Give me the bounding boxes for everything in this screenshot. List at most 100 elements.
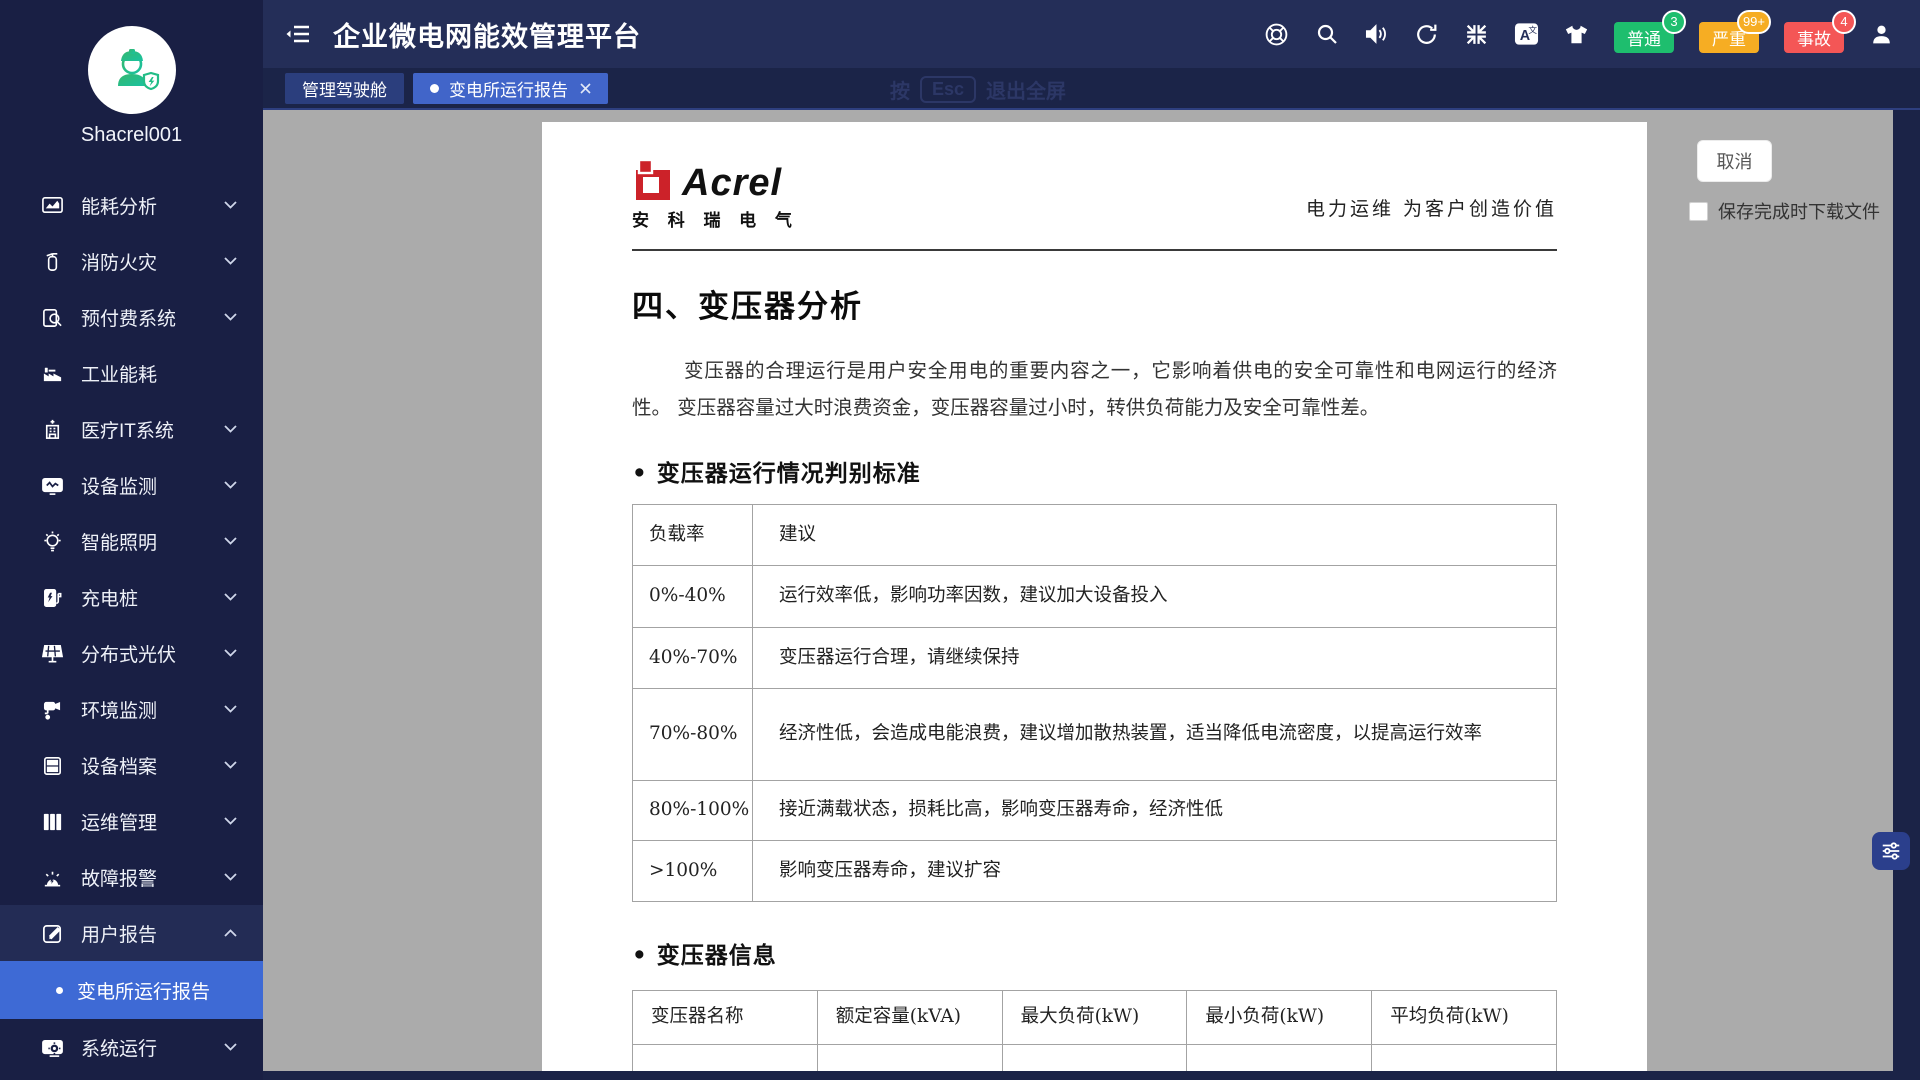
user-icon[interactable] <box>1869 22 1894 47</box>
sidebar-item-label: 消防火灾 <box>81 248 157 275</box>
sidebar-item-device-archive[interactable]: 设备档案 <box>0 737 263 793</box>
factory-icon <box>40 361 64 385</box>
brand-slogan: 电力运维 为客户创造价值 <box>1306 194 1557 231</box>
volume-icon[interactable] <box>1364 22 1389 47</box>
sidebar-subitem-substation-report[interactable]: 变电所运行报告 <box>0 961 263 1019</box>
chevron-up-icon <box>224 929 237 937</box>
sidebar-item-label: 故障报警 <box>81 864 157 891</box>
alert-badge-severe[interactable]: 严重 99+ <box>1699 22 1759 53</box>
cancel-button[interactable]: 取消 <box>1697 140 1772 182</box>
collapse-sidebar-icon[interactable] <box>285 23 311 45</box>
tab-dashboard[interactable]: 管理驾驶舱 <box>285 73 404 104</box>
chevron-down-icon <box>224 1043 237 1051</box>
table-header-cell: 负载率 <box>633 505 753 566</box>
tab-label: 变电所运行报告 <box>449 76 568 101</box>
refresh-icon[interactable] <box>1414 22 1439 47</box>
transformer-info-table: 变压器名称 额定容量(kVA) 最大负荷(kW) 最小负荷(kW) 平均负荷(k… <box>632 990 1557 1071</box>
table-cell: 0%-40% <box>633 566 753 628</box>
badge-count: 3 <box>1662 10 1686 34</box>
top-header: 企业微电网能效管理平台 A文 普通 3 严重 99+ <box>263 0 1920 68</box>
header-rule <box>632 249 1557 251</box>
table-cell <box>633 1045 818 1072</box>
chart-icon <box>40 193 64 217</box>
download-checkbox[interactable] <box>1689 202 1708 221</box>
report-subsection-info: • 变压器信息 <box>632 936 1557 970</box>
table-cell: 影响变压器寿命，建议扩容 <box>753 841 1557 902</box>
download-checkbox-label: 保存完成时下载文件 <box>1718 198 1880 224</box>
tab-substation-report[interactable]: 变电所运行报告 <box>413 73 608 104</box>
sidebar-item-user-report[interactable]: 用户报告 <box>0 905 263 961</box>
sidebar-item-device-monitoring[interactable]: 设备监测 <box>0 457 263 513</box>
table-cell: 40%-70% <box>633 628 753 689</box>
chevron-down-icon <box>224 313 237 321</box>
search-icon[interactable] <box>1314 22 1339 47</box>
system-gear-icon <box>40 1035 64 1059</box>
compress-icon[interactable] <box>1464 22 1489 47</box>
settings-sliders-button[interactable] <box>1872 832 1910 870</box>
sidebar-item-fire-safety[interactable]: 消防火灾 <box>0 233 263 289</box>
sidebar-item-prepaid-system[interactable]: 预付费系统 <box>0 289 263 345</box>
sidebar-item-label: 运维管理 <box>81 808 157 835</box>
sidebar-item-fault-alarm[interactable]: 故障报警 <box>0 849 263 905</box>
chevron-down-icon <box>224 649 237 657</box>
translate-icon[interactable]: A文 <box>1514 22 1539 47</box>
report-page: Acrel 安 科 瑞 电 气 电力运维 为客户创造价值 四、变压器分析 变压器… <box>542 122 1647 1071</box>
acrel-logo: Acrel 安 科 瑞 电 气 <box>632 158 799 231</box>
edit-square-icon <box>40 921 64 945</box>
monitor-wave-icon <box>40 473 64 497</box>
sidebar-menu: 能耗分析 消防火灾 预付费系统 工业能耗 <box>0 177 263 1075</box>
table-cell: 经济性低，会造成电能浪费，建议增加散热装置，适当降低电流密度，以提高运行效率 <box>753 689 1557 781</box>
table-header-cell: 变压器名称 <box>633 991 818 1045</box>
chevron-down-icon <box>224 873 237 881</box>
chevron-down-icon <box>224 425 237 433</box>
sidebar-item-industrial-energy[interactable]: 工业能耗 <box>0 345 263 401</box>
avatar[interactable] <box>88 26 176 114</box>
sidebar-item-ops-management[interactable]: 运维管理 <box>0 793 263 849</box>
engineer-avatar-icon <box>104 42 160 98</box>
badge-label: 普通 <box>1627 25 1661 50</box>
table-cell <box>1002 1045 1187 1072</box>
table-row: >100% 影响变压器寿命，建议扩容 <box>633 841 1557 902</box>
esc-key: Esc <box>920 76 976 103</box>
svg-text:文: 文 <box>1528 24 1537 35</box>
alert-badge-accident[interactable]: 事故 4 <box>1784 22 1844 53</box>
sidebar-item-environment-monitoring[interactable]: 环境监测 <box>0 681 263 737</box>
fullscreen-exit-hint: 按 Esc 退出全屏 <box>890 75 1066 104</box>
table-cell <box>1187 1045 1372 1072</box>
chevron-down-icon <box>224 761 237 769</box>
sidebar: Shacrel001 能耗分析 消防火灾 预付费系统 <box>0 0 263 1080</box>
badge-count: 99+ <box>1737 10 1771 34</box>
download-option-row: 保存完成时下载文件 <box>1689 198 1880 224</box>
brand-subtitle: 安 科 瑞 电 气 <box>632 206 799 231</box>
badge-count: 4 <box>1832 10 1856 34</box>
table-cell: 运行效率低，影响功率因数，建议加大设备投入 <box>753 566 1557 628</box>
table-cell: >100% <box>633 841 753 902</box>
sidebar-item-label: 设备监测 <box>81 472 157 499</box>
close-tab-icon[interactable] <box>580 83 591 94</box>
sidebar-item-medical-it[interactable]: 医疗IT系统 <box>0 401 263 457</box>
lifebuoy-icon[interactable] <box>1264 22 1289 47</box>
sidebar-item-label: 环境监测 <box>81 696 157 723</box>
report-paragraph: 变压器的合理运行是用户安全用电的重要内容之一，它影响着供电的安全可靠性和电网运行… <box>632 352 1557 426</box>
chevron-down-icon <box>224 817 237 825</box>
table-header-cell: 最大负荷(kW) <box>1002 991 1187 1045</box>
table-row: 变压器名称 额定容量(kVA) 最大负荷(kW) 最小负荷(kW) 平均负荷(k… <box>633 991 1557 1045</box>
sidebar-item-smart-lighting[interactable]: 智能照明 <box>0 513 263 569</box>
sidebar-item-system-run[interactable]: 系统运行 <box>0 1019 263 1075</box>
table-cell: 70%-80% <box>633 689 753 781</box>
books-icon <box>40 809 64 833</box>
sidebar-item-label: 充电桩 <box>81 584 138 611</box>
theme-shirt-icon[interactable] <box>1564 22 1589 47</box>
chevron-down-icon <box>224 201 237 209</box>
active-tab-dot <box>430 84 439 93</box>
table-row: 负载率 建议 <box>633 505 1557 566</box>
environment-sensor-icon <box>40 697 64 721</box>
sidebar-item-charging-pile[interactable]: 充电桩 <box>0 569 263 625</box>
sidebar-item-label: 智能照明 <box>81 528 157 555</box>
sidebar-item-distributed-pv[interactable]: 分布式光伏 <box>0 625 263 681</box>
chevron-down-icon <box>224 593 237 601</box>
alert-badge-normal[interactable]: 普通 3 <box>1614 22 1674 53</box>
badge-label: 事故 <box>1797 25 1831 50</box>
sidebar-item-energy-analysis[interactable]: 能耗分析 <box>0 177 263 233</box>
sidebar-item-label: 设备档案 <box>81 752 157 779</box>
